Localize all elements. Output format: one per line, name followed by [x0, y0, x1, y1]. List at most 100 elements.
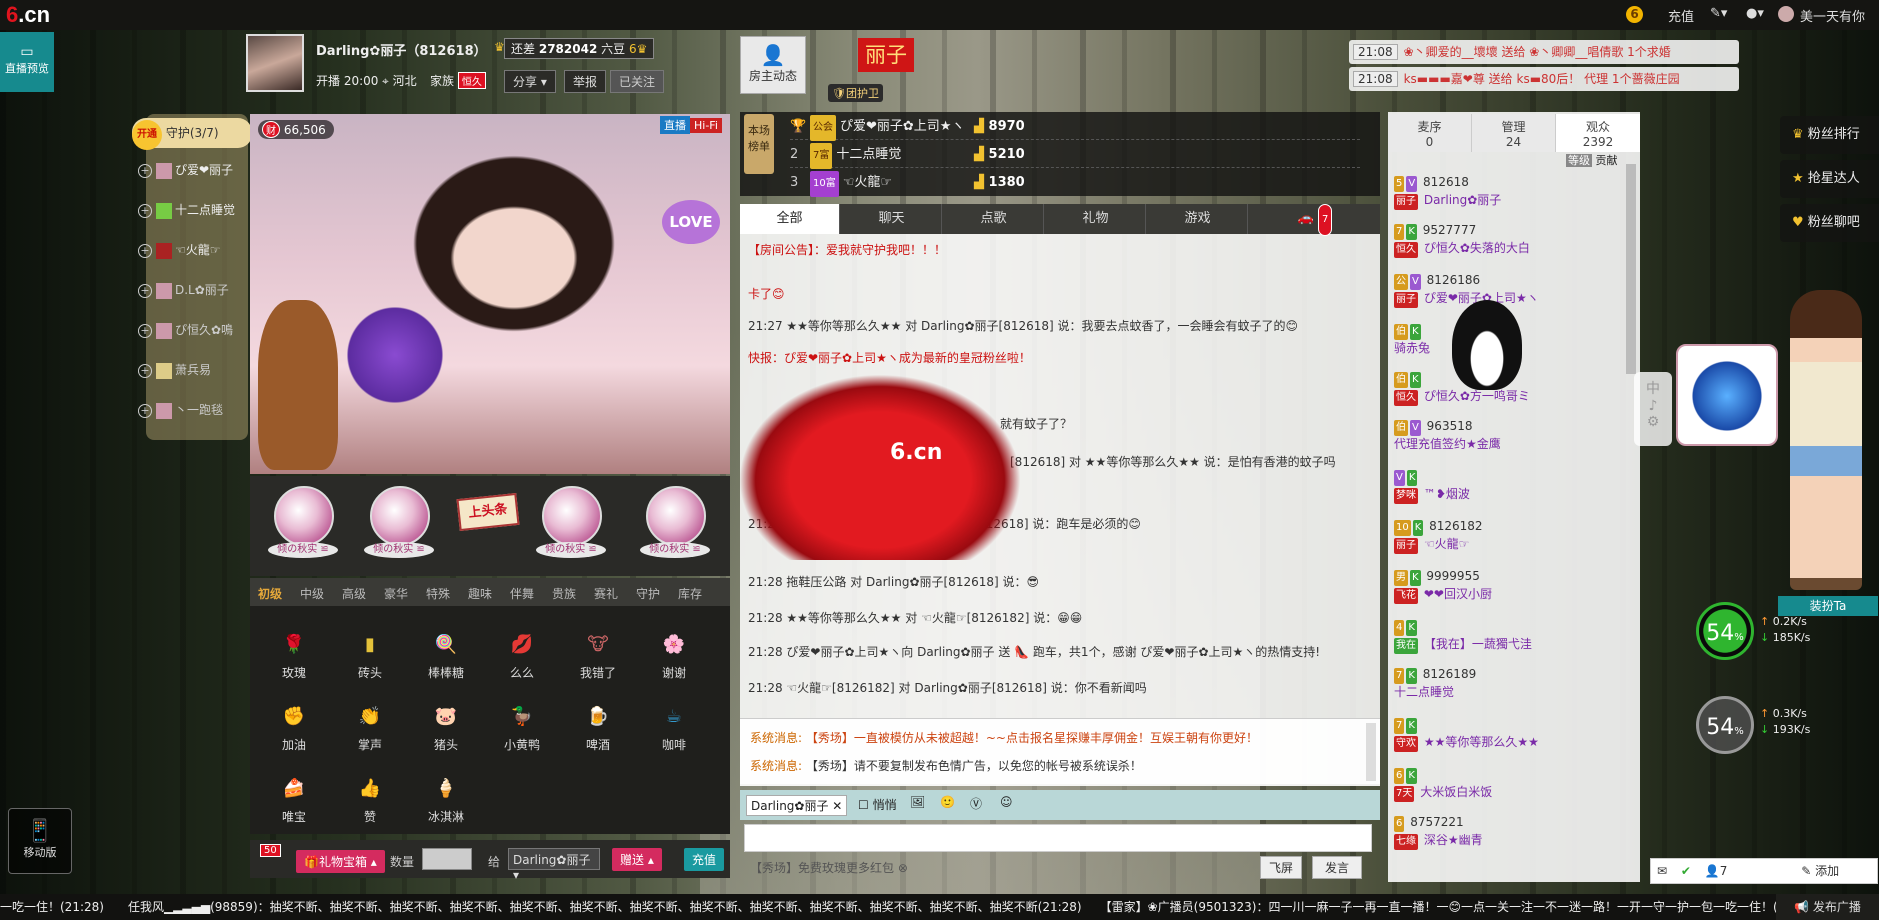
coin-icon[interactable]: 6 [1626, 6, 1643, 23]
gift-box-button[interactable]: 🎁礼物宝箱 ▴ [296, 850, 385, 873]
gift-tab[interactable]: 豪华 [384, 585, 408, 602]
gift-item[interactable]: ✊ 加油 [264, 700, 324, 753]
rank-row[interactable]: 🏆 公会 ぴ爱❤丽子✿上司★ヽ ▟ 8970 [790, 114, 1360, 141]
audience-item[interactable]: 公V 8126186 丽子 ぴ爱❤丽子✿上司★ヽ [1394, 272, 1624, 308]
user-name[interactable]: 美一天有你 [1800, 6, 1865, 25]
audience-item[interactable]: 男K 9999955 飞花 ❤❤回汉小厨 [1394, 568, 1624, 604]
vip-icon[interactable]: Ⓥ [970, 795, 982, 812]
gift-tab[interactable]: 库存 [678, 585, 702, 602]
audience-item[interactable]: 6 K 7天 大米饭白米饭 [1394, 766, 1624, 802]
tab-mic-queue[interactable]: 麦序 0 [1388, 114, 1472, 152]
headline-button[interactable]: 上头条 [456, 492, 520, 532]
tab-cars[interactable]: 🚗 7 [1250, 204, 1380, 236]
give-button[interactable]: 赠送 ▴ [612, 848, 662, 871]
gift-tab[interactable]: 赛礼 [594, 585, 618, 602]
open-guard-button[interactable]: 开通 [132, 120, 162, 150]
gift-item[interactable]: 👍 赞 [340, 772, 400, 825]
sort-level[interactable]: 等级 [1566, 154, 1592, 167]
gift-item[interactable]: 💋 么么 [492, 628, 552, 681]
chat-target-select[interactable]: Darling✿丽子 ✕ [746, 795, 848, 816]
tab-all[interactable]: 全部 [740, 204, 840, 234]
audience-item[interactable]: 7K 9527777 恒久 ぴ恒久✿失落的大白 [1394, 222, 1624, 258]
guard-item[interactable]: + ☜火龍☞ [138, 238, 250, 262]
gift-tab[interactable]: 高级 [342, 585, 366, 602]
recharge-button[interactable]: 充值 [684, 848, 725, 871]
tab-admin[interactable]: 管理 24 [1472, 114, 1556, 152]
audience-item[interactable]: 7 K 守欢 ★★等你等那么久★★ [1394, 716, 1624, 752]
gift-tab[interactable]: 贵族 [552, 585, 576, 602]
rank-row[interactable]: 2 7富 十二点睡觉 ▟ 5210 [790, 142, 1360, 169]
tab-chat[interactable]: 聊天 [842, 204, 942, 234]
share-button[interactable]: 分享 ▾ [504, 70, 556, 93]
gift-ticker-item[interactable]: 21:08 ❀丶卿爱的__壞壞 送给 ❀丶卿卿__唱倩歌 1个求婚 [1349, 40, 1739, 64]
gift-item[interactable]: 🐷 猪头 [416, 700, 476, 753]
audience-item[interactable]: V K 梦咪 ™❥烟波 [1394, 468, 1624, 504]
star-grabber-button[interactable]: ★ 抢星达人 [1780, 160, 1879, 198]
guard-title-banner[interactable]: 丽子 [858, 38, 914, 72]
tab-audience[interactable]: 观众 2392 [1556, 114, 1640, 152]
gift-tab[interactable]: 中级 [300, 585, 324, 602]
gift-item[interactable]: 🍺 啤酒 [568, 700, 628, 753]
gift-item[interactable]: 🌸 谢谢 [644, 628, 704, 681]
gift-item[interactable]: ▮ 砖头 [340, 628, 400, 681]
emoji-icon[interactable]: 🙂 [940, 795, 955, 809]
guard-item[interactable]: + 丶一跑毯 [138, 398, 250, 422]
mobile-version-button[interactable]: 📱 移动版 [8, 808, 72, 874]
report-button[interactable]: 举报 [564, 70, 607, 93]
audience-item[interactable]: 7K 8126189 十二点睡觉 [1394, 666, 1624, 700]
host-dynamic-button[interactable]: 👤 房主动态 [740, 36, 806, 94]
guard-item[interactable]: + 十二点睡觉 [138, 198, 250, 222]
dress-up-button[interactable]: 装扮Ta [1778, 596, 1878, 616]
gift-globe[interactable]: 倾の秋实 ≌ [536, 486, 608, 566]
guard-item[interactable]: + D.L✿丽子 [138, 278, 250, 302]
tab-songs[interactable]: 点歌 [944, 204, 1044, 234]
gift-item[interactable]: 🍭 棒棒糖 [416, 628, 476, 681]
gift-item[interactable]: 👏 掌声 [340, 700, 400, 753]
quantity-input[interactable] [422, 848, 472, 870]
gift-tab[interactable]: 伴舞 [510, 585, 534, 602]
gift-globe[interactable]: 倾の秋实 ≌ [268, 486, 340, 566]
family-badge[interactable]: 恒久 [457, 72, 486, 89]
gift-globe[interactable]: 倾の秋实 ≌ [364, 486, 436, 566]
check-icon[interactable]: ✔ [1681, 864, 1691, 878]
fly-screen-button[interactable]: 飞屏 [1260, 856, 1303, 879]
whisper-checkbox[interactable]: ☐ 悄悄 [858, 796, 897, 813]
vip-emoji-icon[interactable]: ☺ [1000, 795, 1013, 809]
chat-scrollbar[interactable] [1366, 723, 1376, 781]
gift-tab[interactable]: 特殊 [426, 585, 450, 602]
gift-item[interactable]: 🍰 唯宝 [264, 772, 324, 825]
audience-item[interactable]: 6 8757221 七缘 深谷★幽青 [1394, 814, 1624, 850]
send-button[interactable]: 发言 [1312, 856, 1363, 879]
avatar-doll[interactable] [1790, 290, 1862, 590]
gift-tab[interactable]: 趣味 [468, 585, 492, 602]
gift-item[interactable]: ☕ 咖啡 [644, 700, 704, 753]
users-icon[interactable]: 👤 [1705, 864, 1720, 878]
add-link[interactable]: 添加 [1815, 864, 1839, 878]
recipient-select[interactable]: Darling✿丽子 ▾ [508, 848, 600, 882]
side-toolbar[interactable]: 中 ♪ ⚙ [1634, 372, 1672, 446]
recharge-link[interactable]: 充值 [1668, 6, 1694, 25]
site-logo[interactable]: 6.cn [6, 2, 50, 28]
add-icon[interactable]: ✎ [1801, 864, 1811, 878]
gift-globe[interactable]: 倾の秋实 ≌ [640, 486, 712, 566]
tab-gifts[interactable]: 礼物 [1046, 204, 1146, 234]
chat-input[interactable] [744, 824, 1372, 852]
promo-link[interactable]: 【秀场】免费玫瑰更多红包 ⊗ [750, 859, 908, 876]
user-avatar[interactable] [1778, 6, 1794, 22]
gift-item[interactable]: 🍦 冰淇淋 [416, 772, 476, 825]
audience-scrollbar[interactable] [1626, 164, 1636, 374]
guard-item[interactable]: + 萧兵易 [138, 358, 250, 382]
audience-item[interactable]: 伯V 963518 代理充值签约★金鹰 [1394, 418, 1624, 452]
tab-games[interactable]: 游戏 [1148, 204, 1248, 234]
fan-chat-button[interactable]: ♥ 粉丝聊吧 [1780, 204, 1879, 242]
fan-rank-button[interactable]: ♛ 粉丝排行 [1780, 116, 1879, 154]
publish-broadcast-button[interactable]: 📢 发布广播 [1776, 894, 1879, 920]
rank-row[interactable]: 3 10富 ☜火龍☞ ▟ 1380 [790, 170, 1360, 197]
rose-card[interactable] [1676, 344, 1778, 446]
gift-item[interactable]: 🌹 玫瑰 [264, 628, 324, 681]
live-preview-tab[interactable]: ▭ 直播预览 [0, 32, 54, 92]
gift-item[interactable]: 🦆 小黄鸭 [492, 700, 552, 753]
audience-item[interactable]: 10 K 8126182 丽子 ☜火龍☞ [1394, 518, 1624, 554]
mail-icon[interactable]: ✉ [1657, 864, 1667, 878]
gift-item[interactable]: 🐮 我错了 [568, 628, 628, 681]
